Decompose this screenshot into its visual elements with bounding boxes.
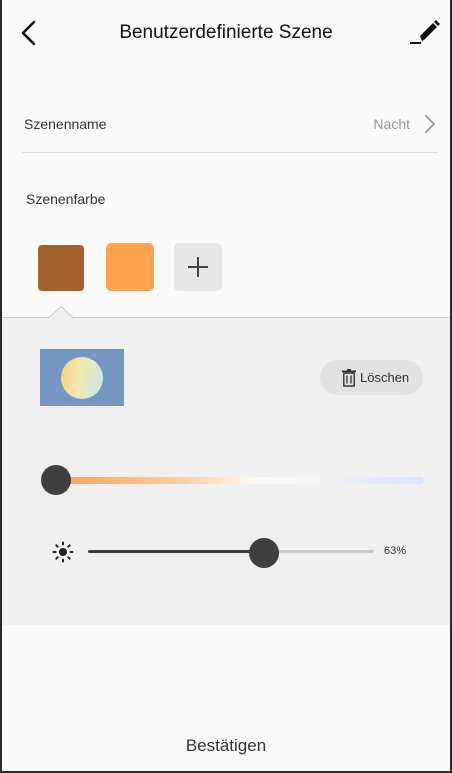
color-temperature-track[interactable] [56,477,424,484]
scene-name-row[interactable]: Szenenname Nacht [22,100,438,153]
confirm-button[interactable]: Bestätigen [0,736,452,756]
edit-button[interactable] [408,14,442,48]
scene-name-label: Szenenname [24,116,107,132]
color-preview [40,349,124,406]
page-title: Benutzerdefinierte Szene [119,22,333,43]
chevron-right-icon [425,115,435,133]
chevron-left-icon [21,20,36,46]
delete-button[interactable]: Löschen [320,360,423,395]
panel-pointer-caret [48,306,74,319]
header: Benutzerdefinierte Szene [0,0,452,70]
color-temperature-thumb[interactable] [41,465,71,495]
color-preview-orb [61,357,103,399]
scene-name-value: Nacht [373,116,410,132]
scene-color-label: Szenenfarbe [26,191,106,207]
delete-button-label: Löschen [360,370,410,385]
color-swatch-brown[interactable] [38,245,84,291]
brightness-slider-thumb[interactable] [249,538,279,568]
back-button[interactable] [16,16,46,50]
color-swatch-orange[interactable] [106,243,154,291]
brightness-sun-icon [52,541,74,563]
brightness-slider-fill [88,550,264,553]
add-color-button[interactable] [174,243,222,291]
brightness-value: 63% [384,545,407,557]
pencil-icon [410,20,440,44]
trash-icon [342,369,356,387]
